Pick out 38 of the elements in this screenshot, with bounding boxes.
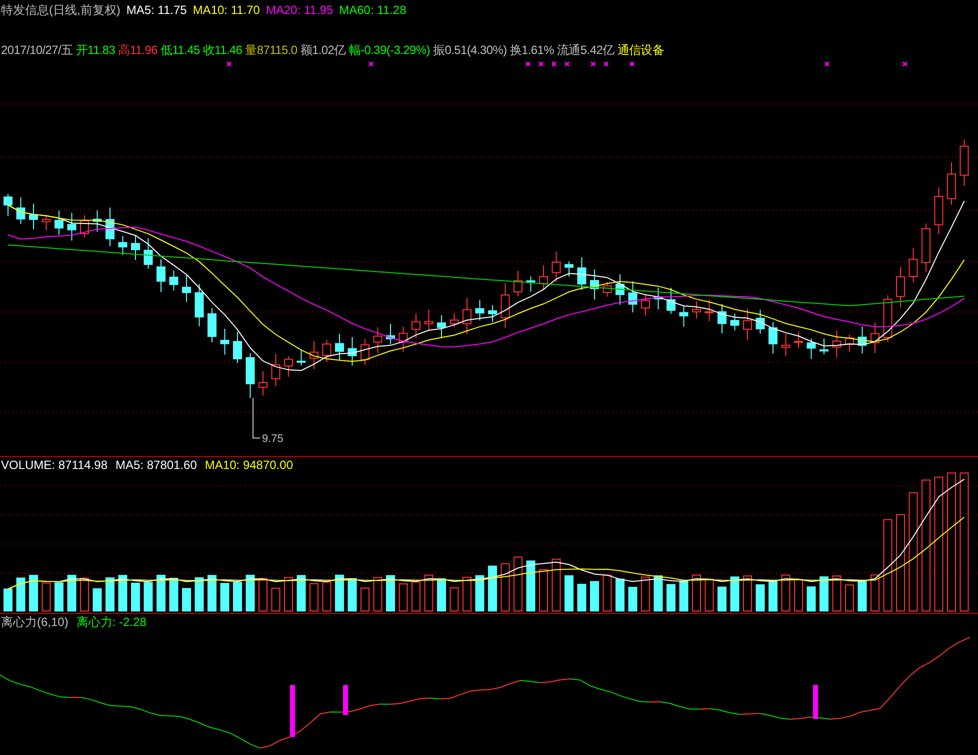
quote-field: 振0.51(4.30%) (433, 43, 507, 57)
cross-marker-icon (590, 61, 596, 67)
cross-marker-icon (368, 61, 374, 67)
low-price-label: 9.75 (262, 432, 284, 446)
cross-marker-icon (603, 61, 609, 67)
ma-legend-value: MA20: 11.95 (266, 3, 334, 17)
cross-marker-icon (629, 61, 635, 67)
quote-field: 高11.96 (118, 43, 158, 57)
signal-bar (290, 685, 295, 737)
quote-field: 通信设备 (617, 43, 664, 57)
quote-field: 2017/10/27/五 (1, 43, 73, 57)
indicator-title: 离心力(6,10) (1, 615, 68, 629)
quote-field: 流通5.42亿 (557, 43, 614, 57)
volume-legend-value: MA10: 94870.00 (204, 458, 293, 472)
ma-legend-value: MA60: 11.28 (339, 3, 406, 17)
signal-bar (813, 685, 818, 719)
cross-marker-icon (902, 61, 908, 67)
quote-field: 幅-0.39(-3.29%) (348, 43, 430, 57)
cross-marker-icon (551, 61, 557, 67)
quote-field: 低11.45 (160, 43, 200, 57)
indicator-legend-value: 离心力: -2.28 (76, 615, 146, 629)
leader-line (252, 398, 260, 438)
quote-field: 开11.83 (76, 43, 116, 57)
quote-field: 收11.46 (202, 43, 242, 57)
volume-legend-value: MA5: 87801.60 (116, 458, 197, 472)
ma-legend-value: MA10: 11.70 (192, 3, 260, 17)
chart-title: 特发信息(日线,前复权) (1, 3, 120, 17)
quote-field: 换1.61% (510, 43, 554, 57)
cross-marker-icon (564, 61, 570, 67)
cross-marker-icon (538, 61, 544, 67)
signal-bar (343, 685, 348, 715)
cross-marker-icon (824, 61, 830, 67)
cross-marker-icon (525, 61, 531, 67)
ma-legend-value: MA5: 11.75 (126, 3, 187, 17)
cross-marker-icon (226, 61, 232, 67)
quote-field: 额1.02亿 (300, 43, 346, 57)
volume-legend-value: VOLUME: 87114.98 (1, 458, 108, 472)
quote-field: 量87115.0 (245, 43, 298, 57)
